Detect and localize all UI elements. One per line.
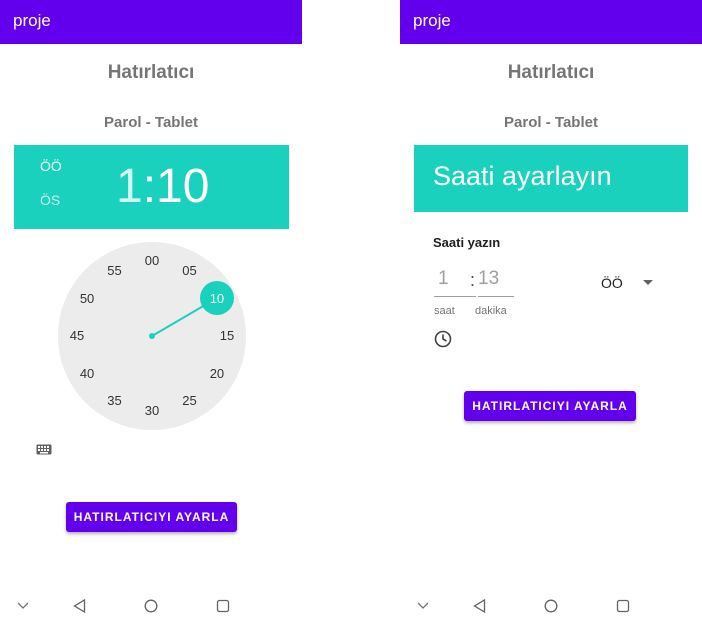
page-title: Hatırlatıcı: [107, 62, 195, 83]
clock-dial-number[interactable]: 00: [138, 253, 166, 269]
app-title: proje: [413, 11, 451, 30]
system-nav-bar: [0, 590, 302, 622]
nav-chevron-down-icon[interactable]: [417, 602, 429, 610]
clock-dial-number[interactable]: 15: [213, 328, 241, 344]
time-separator: :: [142, 160, 157, 213]
am-pm-select[interactable]: ÖÖ: [601, 275, 623, 291]
clock-dial-number[interactable]: 05: [176, 263, 204, 279]
clock-center: [149, 333, 155, 339]
page-subtitle: Parol - Tablet: [504, 114, 598, 131]
clock-dial-number[interactable]: 30: [138, 403, 166, 419]
screen-input-picker: proje Hatırlatıcı Parol - Tablet Saati a…: [400, 0, 702, 633]
clock-dial-number[interactable]: 35: [101, 393, 129, 409]
page-subtitle: Parol - Tablet: [104, 114, 198, 131]
nav-back-icon[interactable]: [473, 599, 486, 613]
time-input-prompt: Saati yazın: [433, 235, 501, 250]
time-input-title: Saati ayarlayın: [433, 161, 612, 191]
hour-label: saat: [434, 305, 455, 317]
minute-label: dakika: [475, 305, 507, 317]
page-title: Hatırlatıcı: [507, 62, 595, 83]
nav-chevron-down-icon[interactable]: [17, 602, 29, 610]
clock-dial-number[interactable]: 20: [203, 366, 231, 382]
clock-dial-number[interactable]: 10: [203, 291, 231, 307]
clock-dial-number[interactable]: 25: [176, 393, 204, 409]
minute-display[interactable]: 10: [156, 160, 209, 213]
pm-toggle[interactable]: ÖS: [40, 192, 60, 208]
set-reminder-button[interactable]: HATIRLATICIYI AYARLA: [464, 391, 636, 421]
clock-dial-number[interactable]: 55: [101, 263, 129, 279]
app-bar: proje: [0, 0, 302, 44]
time-display: 1:10: [116, 159, 209, 215]
nav-home-icon[interactable]: [144, 599, 158, 613]
time-separator: :: [470, 270, 476, 290]
hour-display[interactable]: 1: [116, 160, 143, 213]
dropdown-arrow-icon[interactable]: [643, 280, 653, 286]
nav-recents-icon[interactable]: [616, 599, 630, 613]
clock-icon[interactable]: [434, 330, 452, 348]
app-bar: proje: [400, 0, 702, 44]
clock-dial-number[interactable]: 40: [73, 366, 101, 382]
screen-clock-picker: proje Hatırlatıcı Parol - Tablet ÖÖ ÖS 1…: [0, 0, 302, 633]
system-nav-bar: [400, 590, 702, 622]
clock-dial-number[interactable]: 50: [73, 291, 101, 307]
minute-input[interactable]: 13: [478, 268, 514, 297]
set-reminder-button[interactable]: HATIRLATICIYI AYARLA: [66, 502, 237, 532]
time-picker-header: ÖÖ ÖS 1:10: [14, 145, 289, 229]
app-title: proje: [13, 11, 51, 30]
time-input-header: Saati ayarlayın: [414, 145, 688, 212]
nav-back-icon[interactable]: [73, 599, 86, 613]
nav-home-icon[interactable]: [544, 599, 558, 613]
nav-recents-icon[interactable]: [216, 599, 230, 613]
keyboard-icon[interactable]: [36, 444, 52, 456]
clock-dial[interactable]: 00 05 10 15 20 25 30 35 40 45 50 55: [58, 242, 246, 430]
am-toggle[interactable]: ÖÖ: [40, 158, 62, 174]
clock-dial-number[interactable]: 45: [63, 328, 91, 344]
